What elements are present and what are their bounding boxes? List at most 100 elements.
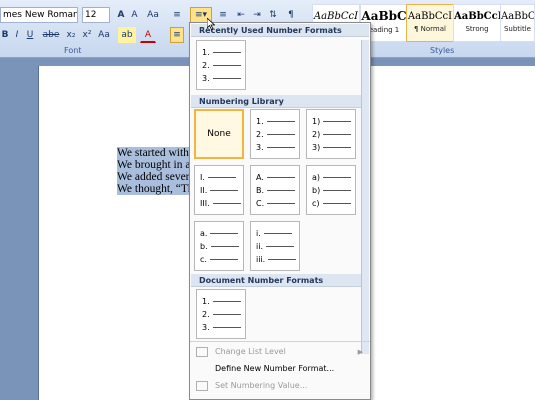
document-formats-header: Document Number Formats: [191, 274, 369, 287]
sort-button[interactable]: ⇅: [266, 7, 280, 23]
align-left-icon: ≡: [173, 30, 181, 40]
style-sample: AaBbCc: [501, 11, 535, 22]
decrease-indent-button[interactable]: ⇤: [234, 7, 248, 23]
list-marker: i.: [256, 229, 292, 238]
grow-font-button[interactable]: A: [114, 7, 128, 23]
highlight-button[interactable]: ab: [118, 27, 136, 43]
list-marker: 2): [312, 130, 351, 139]
shrink-font-button[interactable]: A: [128, 7, 141, 23]
strikethrough-button[interactable]: abe: [40, 27, 62, 43]
list-marker: 1.: [202, 297, 241, 306]
library-format-alpha-lower-paren[interactable]: a) b) c): [306, 165, 356, 215]
list-marker: B.: [256, 186, 295, 195]
list-marker: 1.: [256, 117, 295, 126]
font-name-combo[interactable]: mes New Roman: [0, 7, 78, 23]
font-size-combo[interactable]: 12: [82, 7, 110, 23]
dropdown-scrollbar[interactable]: [361, 40, 369, 354]
style-subtitle-card[interactable]: AaBbCc Subtitle: [500, 4, 535, 42]
recent-formats-header: Recently Used Number Formats: [191, 24, 369, 37]
underline-button[interactable]: U: [24, 27, 36, 43]
list-marker: III.: [200, 199, 241, 208]
document-line[interactable]: We started with a: [117, 147, 195, 159]
list-marker: 2.: [256, 130, 295, 139]
list-marker: c): [312, 199, 351, 208]
library-format-decimal-dot[interactable]: 1. 2. 3.: [250, 109, 300, 159]
list-marker: 2.: [202, 61, 241, 70]
list-marker: 3.: [202, 74, 241, 83]
mouse-cursor-icon: [207, 18, 215, 30]
multilevel-list-icon: ≡: [219, 10, 227, 20]
list-marker: II.: [200, 186, 238, 195]
bold-button[interactable]: B: [0, 27, 10, 43]
font-group-label: Font: [64, 46, 82, 55]
style-name: Subtitle: [503, 25, 531, 33]
style-sample: AaBbCcI: [407, 11, 453, 22]
list-marker: C.: [256, 199, 295, 208]
multilevel-list-button[interactable]: ≡: [214, 7, 232, 23]
decrease-indent-icon: ⇤: [237, 10, 245, 20]
increase-indent-icon: ⇥: [253, 10, 261, 20]
increase-indent-button[interactable]: ⇥: [250, 7, 264, 23]
bullets-icon: ≡: [173, 10, 181, 20]
library-format-roman-lower[interactable]: i. ii. iii.: [250, 221, 300, 271]
document-line[interactable]: We added several: [117, 171, 195, 183]
document-line[interactable]: We brought in a c: [117, 159, 195, 171]
pilcrow-icon: ¶: [288, 10, 294, 20]
list-marker: b.: [200, 242, 239, 251]
list-marker: 3.: [202, 323, 241, 332]
menu-separator: [190, 341, 370, 342]
library-format-none[interactable]: None: [194, 109, 244, 159]
list-marker: c.: [200, 255, 238, 264]
styles-group-label: Styles: [430, 46, 455, 55]
define-new-number-format-label: Define New Number Format...: [215, 364, 335, 373]
list-marker: a): [312, 173, 351, 182]
numbering-icon: ≡▾: [194, 10, 208, 20]
change-list-level-label: Change List Level: [215, 347, 286, 356]
numbering-value-icon: [196, 381, 208, 391]
change-case-button[interactable]: Aa: [96, 27, 112, 43]
document-text[interactable]: We started with a We brought in a c We a…: [117, 147, 195, 195]
set-numbering-value-menu-item[interactable]: Set Numbering Value...: [191, 378, 369, 394]
style-sample: AaBbC: [361, 9, 407, 23]
style-strong-card[interactable]: AaBbCcI Strong: [453, 4, 501, 42]
list-marker: I.: [200, 173, 236, 182]
sort-icon: ⇅: [269, 10, 277, 20]
style-sample: AaBbCcI: [313, 11, 359, 22]
style-sample: AaBbCcI: [454, 11, 501, 22]
list-marker: A.: [256, 173, 295, 182]
library-format-alpha-lower[interactable]: a. b. c.: [194, 221, 244, 271]
list-marker: 1.: [202, 48, 241, 57]
align-left-button[interactable]: ≡: [170, 27, 184, 43]
list-marker: b): [312, 186, 351, 195]
list-marker: 3.: [256, 143, 295, 152]
document-line[interactable]: We thought, “Thi: [117, 183, 195, 195]
clear-formatting-button[interactable]: Aa: [145, 7, 161, 23]
library-format-decimal-paren[interactable]: 1) 2) 3): [306, 109, 356, 159]
list-marker: 3): [312, 143, 351, 152]
library-format-roman-upper[interactable]: I. II. III.: [194, 165, 244, 215]
submenu-arrow-icon: ▶: [357, 348, 363, 356]
list-level-icon: [196, 347, 208, 357]
style-normal-card[interactable]: AaBbCcI ¶ Normal: [406, 4, 454, 42]
define-new-number-format-menu-item[interactable]: Define New Number Format...: [191, 361, 369, 377]
bullets-button[interactable]: ≡: [168, 7, 186, 23]
numbering-library-header: Numbering Library: [191, 95, 369, 108]
change-list-level-menu-item[interactable]: Change List Level ▶: [191, 344, 369, 360]
style-name: Strong: [465, 25, 489, 33]
superscript-button[interactable]: x²: [80, 27, 94, 43]
set-numbering-value-label: Set Numbering Value...: [215, 381, 308, 390]
italic-button[interactable]: I: [12, 27, 22, 43]
list-marker: 1): [312, 117, 351, 126]
list-marker: ii.: [256, 242, 294, 251]
subscript-button[interactable]: x₂: [64, 27, 78, 43]
list-marker: a.: [200, 229, 238, 238]
numbering-dropdown: Recently Used Number Formats 1. 2. 3. Nu…: [189, 22, 371, 400]
list-marker: iii.: [256, 255, 296, 264]
style-name: ¶ Normal: [413, 25, 446, 33]
font-color-button[interactable]: A: [140, 27, 156, 43]
show-hide-button[interactable]: ¶: [284, 7, 298, 23]
library-format-alpha-upper[interactable]: A. B. C.: [250, 165, 300, 215]
document-format-decimal[interactable]: 1. 2. 3.: [196, 289, 246, 339]
recent-format-decimal[interactable]: 1. 2. 3.: [196, 40, 246, 90]
none-label: None: [207, 129, 231, 139]
